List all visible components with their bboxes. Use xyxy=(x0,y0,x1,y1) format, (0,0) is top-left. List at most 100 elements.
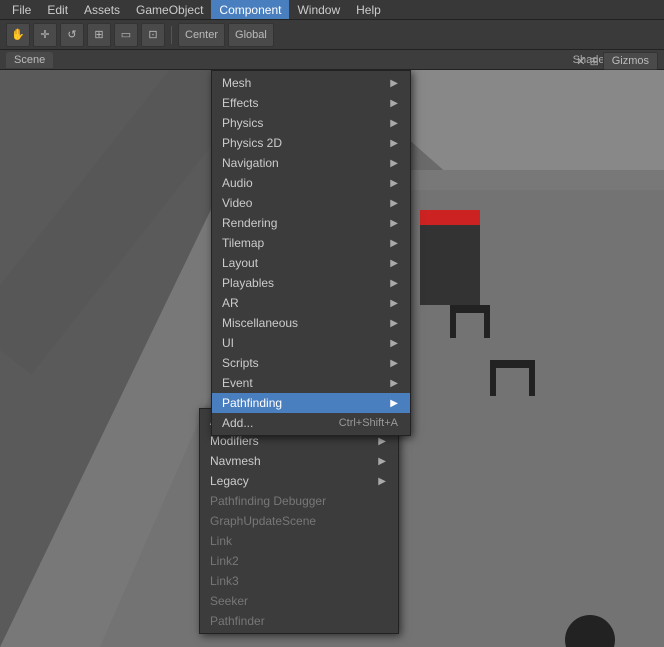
component-menu-item-pathfinding[interactable]: Pathfinding ▶ xyxy=(212,393,410,413)
component-menu-item-physics[interactable]: Physics ▶ xyxy=(212,113,410,133)
rotate-tool-btn[interactable]: ↺ xyxy=(60,23,84,47)
menu-item-label: Physics xyxy=(222,116,263,130)
submenu-arrow-icon: ▶ xyxy=(378,476,386,487)
component-menu-item-rendering[interactable]: Rendering ▶ xyxy=(212,213,410,233)
menu-item-label: Tilemap xyxy=(222,236,264,250)
component-menu-item-miscellaneous[interactable]: Miscellaneous ▶ xyxy=(212,313,410,333)
submenu-arrow-icon: ▶ xyxy=(390,218,398,229)
menu-component[interactable]: Component xyxy=(211,0,289,19)
menu-item-label: Rendering xyxy=(222,216,277,230)
component-menu-item-physics-2d[interactable]: Physics 2D ▶ xyxy=(212,133,410,153)
submenu-item-label: Modifiers xyxy=(210,434,259,448)
scene-settings-icon[interactable]: ✕ xyxy=(576,55,585,68)
menu-assets[interactable]: Assets xyxy=(76,0,128,19)
submenu-arrow-icon: ▶ xyxy=(390,138,398,149)
toolbar-separator-1 xyxy=(171,26,172,44)
submenu-arrow-icon: ▶ xyxy=(378,436,386,447)
menu-item-label: Pathfinding xyxy=(222,396,282,410)
submenu-item-label: Link2 xyxy=(210,554,239,568)
component-menu-item-event[interactable]: Event ▶ xyxy=(212,373,410,393)
submenu-arrow-icon: ▶ xyxy=(390,198,398,209)
submenu-arrow-icon: ▶ xyxy=(390,378,398,389)
transform-tool-btn[interactable]: ⊡ xyxy=(141,23,165,47)
component-menu-item-playables[interactable]: Playables ▶ xyxy=(212,273,410,293)
pathfinding-submenu-item-graphupdatescene: GraphUpdateScene xyxy=(200,511,398,531)
component-menu-item-navigation[interactable]: Navigation ▶ xyxy=(212,153,410,173)
rect-tool-btn[interactable]: ▭ xyxy=(114,23,138,47)
pathfinding-submenu-item-link: Link xyxy=(200,531,398,551)
menu-edit[interactable]: Edit xyxy=(39,0,76,19)
scale-tool-btn[interactable]: ⊞ xyxy=(87,23,111,47)
scene-tab[interactable]: Scene xyxy=(6,52,53,68)
submenu-arrow-icon: ▶ xyxy=(390,238,398,249)
menu-bar: File Edit Assets GameObject Component Wi… xyxy=(0,0,664,20)
submenu-item-label: GraphUpdateScene xyxy=(210,514,316,528)
component-menu-item-tilemap[interactable]: Tilemap ▶ xyxy=(212,233,410,253)
gizmos-btn[interactable]: Gizmos xyxy=(603,52,658,70)
menu-item-label: Mesh xyxy=(222,76,251,90)
submenu-item-label: Pathfinding Debugger xyxy=(210,494,326,508)
menu-item-label: Effects xyxy=(222,96,258,110)
scene-expand-icon[interactable]: ⊞ xyxy=(590,55,599,68)
pathfinding-submenu: AI▶Modifiers▶Navmesh▶Legacy▶Pathfinding … xyxy=(199,408,399,634)
submenu-arrow-icon: ▶ xyxy=(390,338,398,349)
menu-help[interactable]: Help xyxy=(348,0,389,19)
pathfinding-submenu-item-legacy[interactable]: Legacy ▶ xyxy=(200,471,398,491)
component-menu: Mesh▶Effects▶Physics▶Physics 2D▶Navigati… xyxy=(211,70,411,436)
menu-item-label: Playables xyxy=(222,276,274,290)
component-menu-item-audio[interactable]: Audio ▶ xyxy=(212,173,410,193)
move-tool-btn[interactable]: ✛ xyxy=(33,23,57,47)
menu-item-label: Navigation xyxy=(222,156,279,170)
shortcut-label: Ctrl+Shift+A xyxy=(339,417,398,429)
component-menu-item-layout[interactable]: Layout ▶ xyxy=(212,253,410,273)
component-menu-item-add[interactable]: Add... Ctrl+Shift+A xyxy=(212,413,410,433)
pathfinding-submenu-item-navmesh[interactable]: Navmesh ▶ xyxy=(200,451,398,471)
component-menu-item-ui[interactable]: UI ▶ xyxy=(212,333,410,353)
menu-item-label: UI xyxy=(222,336,234,350)
component-menu-item-ar[interactable]: AR ▶ xyxy=(212,293,410,313)
submenu-item-label: Seeker xyxy=(210,594,248,608)
component-menu-item-mesh[interactable]: Mesh ▶ xyxy=(212,73,410,93)
pathfinding-submenu-item-link3: Link3 xyxy=(200,571,398,591)
menu-item-label: Miscellaneous xyxy=(222,316,298,330)
scene-area: Mesh▶Effects▶Physics▶Physics 2D▶Navigati… xyxy=(0,70,664,647)
submenu-arrow-icon: ▶ xyxy=(390,318,398,329)
submenu-arrow-icon: ▶ xyxy=(390,78,398,89)
submenu-item-label: Legacy xyxy=(210,474,249,488)
component-menu-item-scripts[interactable]: Scripts ▶ xyxy=(212,353,410,373)
pathfinding-submenu-item-seeker: Seeker xyxy=(200,591,398,611)
menu-item-label: Physics 2D xyxy=(222,136,282,150)
submenu-item-label: Navmesh xyxy=(210,454,261,468)
pathfinding-submenu-item-pathfinder: Pathfinder xyxy=(200,611,398,631)
submenu-arrow-icon: ▶ xyxy=(390,158,398,169)
menu-item-label: Video xyxy=(222,196,252,210)
submenu-item-label: Link3 xyxy=(210,574,239,588)
global-btn[interactable]: Global xyxy=(228,23,274,47)
component-menu-item-effects[interactable]: Effects▶ xyxy=(212,93,410,113)
submenu-arrow-icon: ▶ xyxy=(390,258,398,269)
submenu-arrow-icon: ▶ xyxy=(378,456,386,467)
submenu-arrow-icon: ▶ xyxy=(390,298,398,309)
submenu-arrow-icon: ▶ xyxy=(390,398,398,409)
menu-item-label: AR xyxy=(222,296,239,310)
toolbar: ✋ ✛ ↺ ⊞ ▭ ⊡ Center Global xyxy=(0,20,664,50)
menu-item-label: Audio xyxy=(222,176,253,190)
menu-item-label: Add... xyxy=(222,416,253,430)
submenu-item-label: Link xyxy=(210,534,232,548)
hand-tool-btn[interactable]: ✋ xyxy=(6,23,30,47)
menu-item-label: Scripts xyxy=(222,356,259,370)
submenu-arrow-icon: ▶ xyxy=(390,178,398,189)
component-menu-item-video[interactable]: Video ▶ xyxy=(212,193,410,213)
menu-gameobject[interactable]: GameObject xyxy=(128,0,211,19)
menu-item-label: Layout xyxy=(222,256,258,270)
menu-item-label: Event xyxy=(222,376,253,390)
menu-window[interactable]: Window xyxy=(289,0,348,19)
menu-file[interactable]: File xyxy=(4,0,39,19)
component-dropdown: Mesh▶Effects▶Physics▶Physics 2D▶Navigati… xyxy=(211,70,411,436)
submenu-arrow-icon: ▶ xyxy=(390,358,398,369)
submenu-arrow-icon: ▶ xyxy=(390,278,398,289)
pivot-btn[interactable]: Center xyxy=(178,23,225,47)
submenu-arrow-icon: ▶ xyxy=(390,118,398,129)
pathfinding-submenu-item-pathfinding-debugger: Pathfinding Debugger xyxy=(200,491,398,511)
pathfinding-submenu-item-link2: Link2 xyxy=(200,551,398,571)
